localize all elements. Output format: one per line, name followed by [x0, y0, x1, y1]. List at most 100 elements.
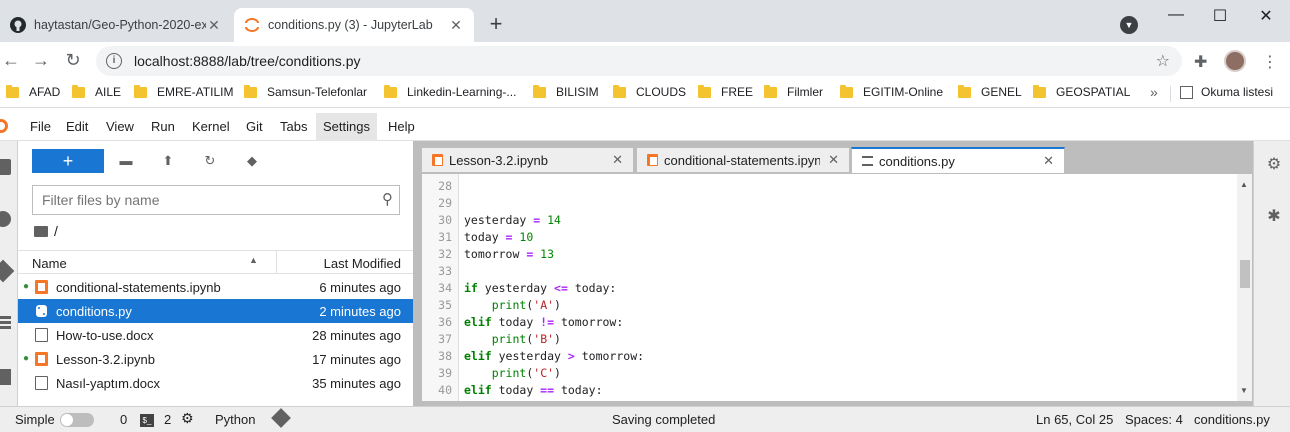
forward-arrow-icon[interactable]: → — [30, 50, 52, 70]
folder-icon — [6, 84, 19, 98]
notebook-icon — [35, 280, 48, 294]
file-name: conditional-statements.ipynb — [56, 280, 221, 295]
more-menu-icon[interactable]: ⋮ — [1262, 52, 1278, 72]
menu-file[interactable]: File — [23, 113, 58, 141]
doc-tab-conditional-statements[interactable]: conditional-statements.ipynb ✕ — [636, 147, 850, 173]
close-icon[interactable]: ✕ — [1043, 153, 1054, 169]
column-divider — [276, 251, 277, 274]
close-window-button[interactable]: ✕ — [1256, 6, 1276, 26]
folder-icon — [840, 84, 853, 98]
line-text: elif today == today: — [464, 383, 603, 397]
doc-tab-lesson[interactable]: Lesson-3.2.ipynb ✕ — [421, 147, 634, 173]
code-line: 30 yesterday = 14 — [422, 212, 1237, 229]
scroll-down-icon[interactable]: ▼ — [1240, 386, 1248, 395]
folder-icon — [613, 84, 626, 98]
menu-git[interactable]: Git — [239, 113, 270, 141]
address-bar[interactable]: i localhost:8888/lab/tree/conditions.py … — [96, 46, 1182, 76]
bookmarks-more-button[interactable]: » — [1150, 84, 1158, 100]
git-clone-icon[interactable]: ◆ — [244, 153, 260, 169]
profile-avatar[interactable] — [1224, 50, 1246, 72]
browser-toolbar: ← → ↻ i localhost:8888/lab/tree/conditio… — [0, 42, 1290, 80]
table-of-contents-icon[interactable] — [0, 316, 11, 319]
menu-edit[interactable]: Edit — [59, 113, 95, 141]
git-status-icon[interactable] — [271, 408, 291, 428]
close-icon[interactable]: ✕ — [206, 17, 222, 34]
file-row[interactable]: How-to-use.docx 28 minutes ago — [18, 323, 413, 347]
browser-tab-jupyterlab[interactable]: conditions.py (3) - JupyterLab ✕ — [234, 8, 474, 42]
back-arrow-icon[interactable]: ← — [0, 50, 22, 70]
refresh-icon[interactable]: ↻ — [202, 153, 218, 169]
code-editor[interactable]: 28 29 30 yesterday = 14 31 today = 10 32 to… — [421, 173, 1253, 402]
new-folder-icon[interactable]: ▬ — [118, 153, 134, 168]
maximize-button[interactable]: ☐ — [1210, 6, 1230, 26]
code-content[interactable]: 28 29 30 yesterday = 14 31 today = 10 32 to… — [422, 178, 1237, 399]
info-icon[interactable]: i — [106, 53, 122, 69]
file-row[interactable]: ● conditional-statements.ipynb 6 minutes… — [18, 275, 413, 299]
browser-tabstrip: haytastan/Geo-Python-2020-exer ✕ conditi… — [0, 0, 1290, 42]
git-icon[interactable] — [0, 259, 15, 283]
bookmark-folder[interactable]: EMRE-ATILIM — [134, 84, 233, 99]
kernel-name[interactable]: Python — [215, 412, 255, 427]
extension-manager-icon[interactable] — [0, 369, 11, 385]
cursor-position[interactable]: Ln 65, Col 25 — [1036, 412, 1113, 427]
close-icon[interactable]: ✕ — [828, 152, 839, 168]
bookmark-folder[interactable]: AILE — [72, 84, 121, 99]
bookmark-folder[interactable]: Filmler — [764, 84, 823, 99]
close-icon[interactable]: ✕ — [448, 17, 464, 34]
simple-mode-toggle[interactable] — [60, 413, 94, 427]
browser-tab-github[interactable]: haytastan/Geo-Python-2020-exer ✕ — [0, 8, 232, 42]
scroll-up-icon[interactable]: ▲ — [1240, 180, 1248, 189]
filter-files-input[interactable]: Filter files by name ⚲ — [32, 185, 400, 215]
file-modified: 17 minutes ago — [312, 352, 401, 367]
new-tab-button[interactable]: + — [484, 13, 508, 37]
bookmark-folder[interactable]: GENEL — [958, 84, 1022, 99]
reload-icon[interactable]: ↻ — [62, 50, 84, 70]
reading-list-button[interactable]: Okuma listesi — [1180, 85, 1273, 99]
scrollbar-thumb[interactable] — [1240, 260, 1250, 288]
bookmark-folder[interactable]: Samsun-Telefonlar — [244, 84, 367, 99]
bookmark-folder[interactable]: FREE — [698, 84, 753, 99]
folder-icon — [34, 225, 48, 237]
indentation-setting[interactable]: Spaces: 4 — [1125, 412, 1183, 427]
extensions-puzzle-icon[interactable]: ✚ — [1194, 52, 1207, 72]
bookmark-folder[interactable]: GEOSPATIAL — [1033, 84, 1130, 99]
menu-help[interactable]: Help — [381, 113, 422, 141]
menu-run[interactable]: Run — [144, 113, 182, 141]
breadcrumb[interactable]: / — [34, 223, 58, 239]
bookmark-star-icon[interactable]: ☆ — [1156, 51, 1170, 71]
menu-view[interactable]: View — [99, 113, 141, 141]
folder-icon[interactable] — [0, 159, 11, 175]
minimize-button[interactable]: — — [1166, 6, 1186, 24]
bookmark-folder[interactable]: AFAD — [6, 84, 60, 99]
bookmark-folder[interactable]: BILISIM — [533, 84, 599, 99]
bookmark-folder[interactable]: CLOUDS — [613, 84, 686, 99]
file-row[interactable]: Nasıl-yaptım.docx 35 minutes ago — [18, 371, 413, 395]
running-sessions-icon[interactable] — [0, 211, 11, 227]
left-sidebar-tabs — [0, 141, 18, 406]
doc-tab-conditions[interactable]: conditions.py ✕ — [851, 147, 1065, 174]
column-name-header[interactable]: Name — [32, 256, 67, 271]
bookmark-folder[interactable]: EGITIM-Online — [840, 84, 943, 99]
line-number: 37 — [438, 332, 452, 346]
upload-icon[interactable]: ⬆ — [160, 153, 176, 169]
code-line: 28 — [422, 178, 1237, 195]
file-row[interactable]: ● Lesson-3.2.ipynb 17 minutes ago — [18, 347, 413, 371]
column-modified-header[interactable]: Last Modified — [324, 256, 401, 271]
file-row[interactable]: conditions.py 2 minutes ago — [18, 299, 413, 323]
menu-settings[interactable]: Settings — [316, 113, 377, 141]
property-inspector-gears-icon[interactable]: ⚙ — [1266, 157, 1282, 173]
panel-resize-handle[interactable] — [413, 141, 421, 406]
tab-search-icon[interactable]: ▼ — [1120, 16, 1138, 34]
filter-placeholder: Filter files by name — [42, 192, 160, 208]
menu-kernel[interactable]: Kernel — [185, 113, 237, 141]
code-line: 29 — [422, 195, 1237, 212]
bookmark-folder[interactable]: Linkedin-Learning-... — [384, 84, 516, 99]
new-launcher-button[interactable]: + — [32, 149, 104, 173]
file-name: Lesson-3.2.ipynb — [56, 352, 156, 367]
menu-tabs[interactable]: Tabs — [273, 113, 314, 141]
text-file-icon — [862, 156, 873, 166]
editor-scrollbar[interactable]: ▲ ▼ — [1237, 174, 1252, 401]
close-icon[interactable]: ✕ — [612, 152, 623, 168]
debugger-bug-icon[interactable]: ✱ — [1266, 209, 1282, 225]
line-number: 36 — [438, 315, 452, 329]
